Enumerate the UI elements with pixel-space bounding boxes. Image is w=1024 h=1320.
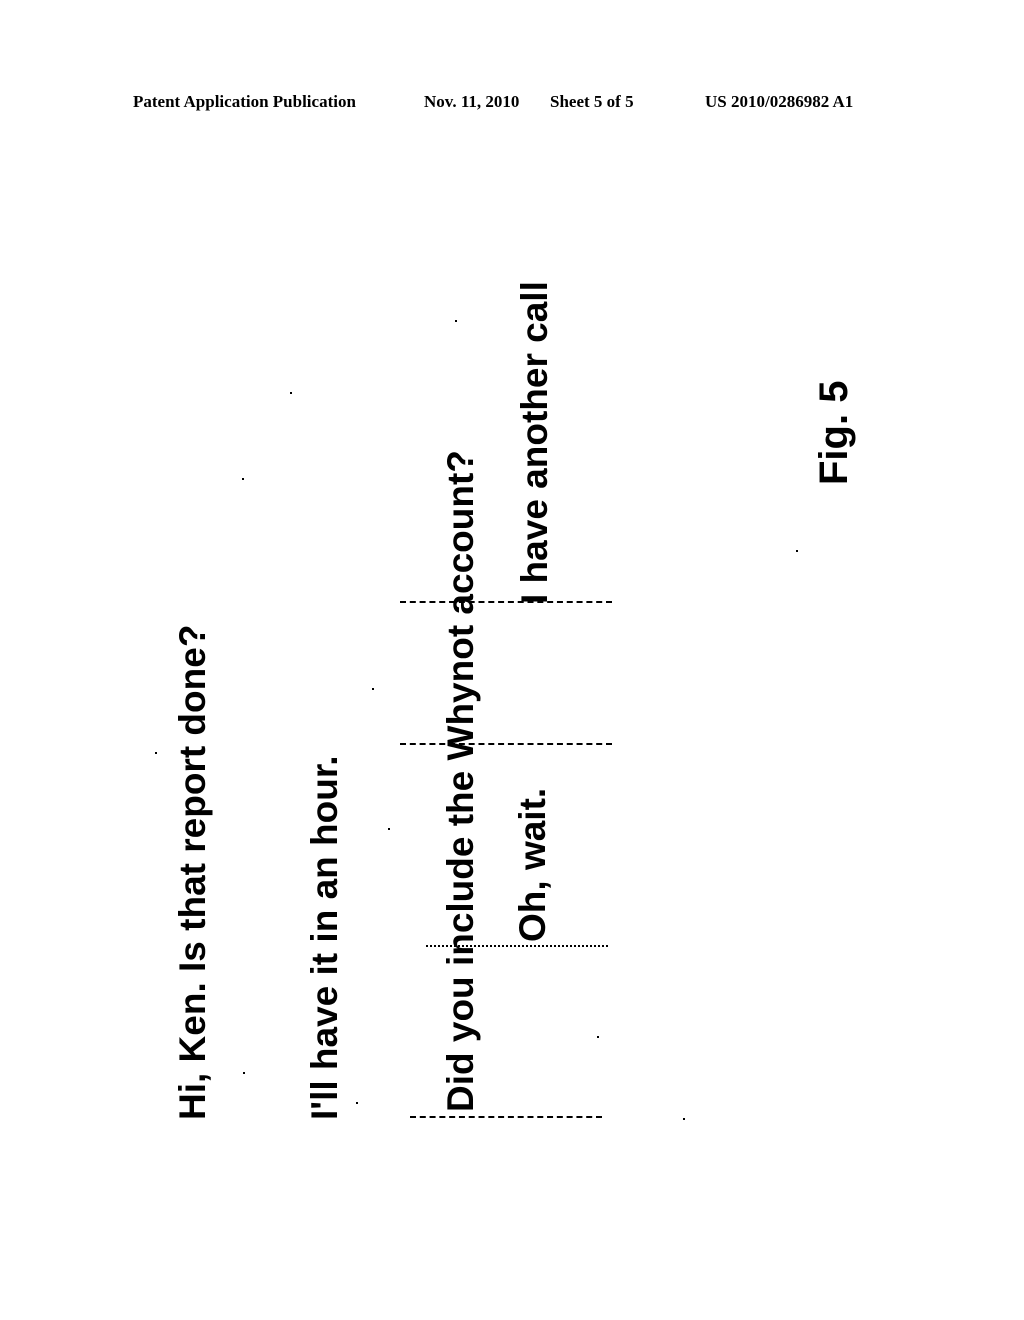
utterance-2: I'll have it in an hour. [304, 755, 345, 1120]
sheet-number: Sheet 5 of 5 [550, 92, 634, 111]
utterance-1: Hi, Ken. Is that report done? [172, 624, 213, 1120]
scan-speck [597, 1036, 599, 1038]
scan-speck [243, 1072, 245, 1074]
utterance-3: Did you include the Whynot account? [440, 450, 481, 1112]
timing-marker-start [410, 1116, 602, 1118]
scan-speck [388, 828, 390, 830]
patent-number: US 2010/0286982 A1 [705, 92, 854, 111]
figure-label: Fig. 5 [812, 380, 856, 485]
publication-title: Patent Application Publication [133, 92, 356, 111]
timing-marker-overlap-start [400, 743, 612, 745]
scan-speck [356, 1102, 358, 1104]
timing-marker-interrupt [426, 945, 608, 947]
publication-date: Nov. 11, 2010 [424, 92, 520, 111]
timing-marker-overlap-end [400, 601, 612, 603]
utterance-4: Oh, wait. [512, 787, 553, 942]
scan-speck [242, 478, 244, 480]
scan-speck [455, 320, 457, 322]
scan-speck [155, 752, 157, 754]
scan-speck [683, 1118, 685, 1120]
utterance-5: I have another call [514, 281, 555, 604]
scan-speck [796, 550, 798, 552]
scan-speck [290, 392, 292, 394]
scan-speck [372, 688, 374, 690]
